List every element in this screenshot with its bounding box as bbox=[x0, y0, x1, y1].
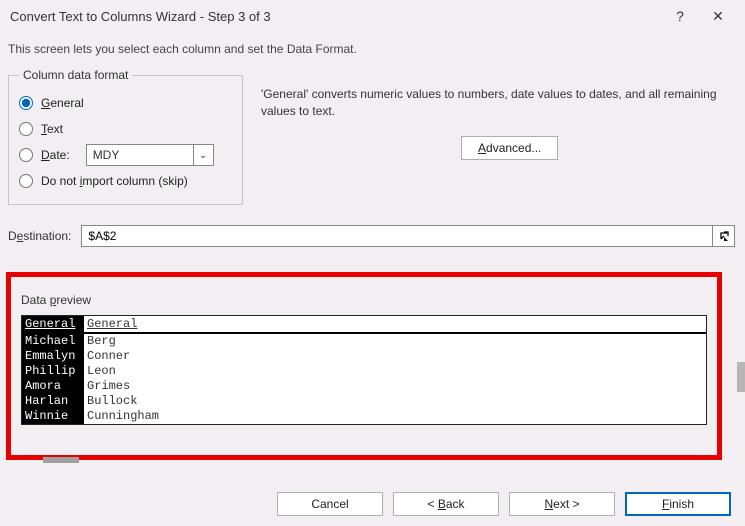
help-icon[interactable]: ? bbox=[661, 2, 699, 30]
horizontal-scrollbar[interactable] bbox=[43, 457, 79, 463]
table-row: PhillipLeon bbox=[22, 364, 706, 379]
cell-col2: Berg bbox=[84, 334, 706, 349]
format-help-text: 'General' converts numeric values to num… bbox=[261, 86, 737, 120]
chevron-down-icon[interactable]: ⌄ bbox=[193, 145, 213, 165]
finish-button[interactable]: Finish bbox=[625, 492, 731, 516]
cell-col1: Michael bbox=[22, 334, 84, 349]
radio-text-label[interactable]: Text bbox=[41, 122, 63, 136]
cell-col2: Cunningham bbox=[84, 409, 706, 424]
table-row: HarlanBullock bbox=[22, 394, 706, 409]
radio-date-label[interactable]: Date: bbox=[41, 148, 70, 162]
wizard-button-row: Cancel < Back Next > Finish bbox=[277, 492, 731, 516]
radio-skip-label[interactable]: Do not import column (skip) bbox=[41, 174, 188, 188]
cell-col1: Emmalyn bbox=[22, 349, 84, 364]
cell-col2: Conner bbox=[84, 349, 706, 364]
radio-date[interactable] bbox=[19, 148, 33, 162]
format-help-panel: 'General' converts numeric values to num… bbox=[261, 68, 737, 205]
table-row: AmoraGrimes bbox=[22, 379, 706, 394]
next-button[interactable]: Next > bbox=[509, 492, 615, 516]
preview-header-col2[interactable]: General bbox=[84, 316, 706, 332]
data-preview-section: Data preview General General MichaelBerg… bbox=[6, 272, 722, 460]
data-preview-label: Data preview bbox=[21, 293, 707, 307]
column-data-format-legend: Column data format bbox=[19, 68, 132, 82]
cell-col2: Bullock bbox=[84, 394, 706, 409]
cancel-button[interactable]: Cancel bbox=[277, 492, 383, 516]
table-row: EmmalynConner bbox=[22, 349, 706, 364]
cell-col1: Phillip bbox=[22, 364, 84, 379]
radio-skip[interactable] bbox=[19, 174, 33, 188]
back-button[interactable]: < Back bbox=[393, 492, 499, 516]
cell-col1: Amora bbox=[22, 379, 84, 394]
cell-col1: Winnie bbox=[22, 409, 84, 424]
column-data-format-group: Column data format General Text Date: MD… bbox=[8, 68, 243, 205]
window-title: Convert Text to Columns Wizard - Step 3 … bbox=[10, 9, 661, 24]
titlebar: Convert Text to Columns Wizard - Step 3 … bbox=[0, 0, 745, 32]
preview-header-col1[interactable]: General bbox=[22, 316, 84, 332]
preview-header-row: General General bbox=[22, 316, 706, 334]
vertical-scrollbar[interactable] bbox=[737, 362, 745, 392]
radio-general-label[interactable]: General bbox=[41, 96, 84, 110]
radio-text[interactable] bbox=[19, 122, 33, 136]
destination-label: Destination: bbox=[8, 229, 71, 243]
radio-general[interactable] bbox=[19, 96, 33, 110]
wizard-subtitle: This screen lets you select each column … bbox=[0, 32, 745, 68]
collapse-dialog-icon[interactable] bbox=[712, 226, 734, 246]
advanced-button[interactable]: Advanced... bbox=[461, 136, 558, 160]
table-row: WinnieCunningham bbox=[22, 409, 706, 424]
cell-col1: Harlan bbox=[22, 394, 84, 409]
data-preview-grid[interactable]: General General MichaelBergEmmalynConner… bbox=[21, 315, 707, 425]
cell-col2: Leon bbox=[84, 364, 706, 379]
table-row: MichaelBerg bbox=[22, 334, 706, 349]
destination-field[interactable] bbox=[81, 225, 735, 247]
date-order-select[interactable]: MDY ⌄ bbox=[86, 144, 214, 166]
destination-input[interactable] bbox=[82, 226, 712, 246]
cell-col2: Grimes bbox=[84, 379, 706, 394]
date-order-value: MDY bbox=[87, 148, 193, 162]
preview-body: MichaelBergEmmalynConnerPhillipLeonAmora… bbox=[22, 334, 706, 424]
close-icon[interactable]: ✕ bbox=[699, 2, 737, 30]
